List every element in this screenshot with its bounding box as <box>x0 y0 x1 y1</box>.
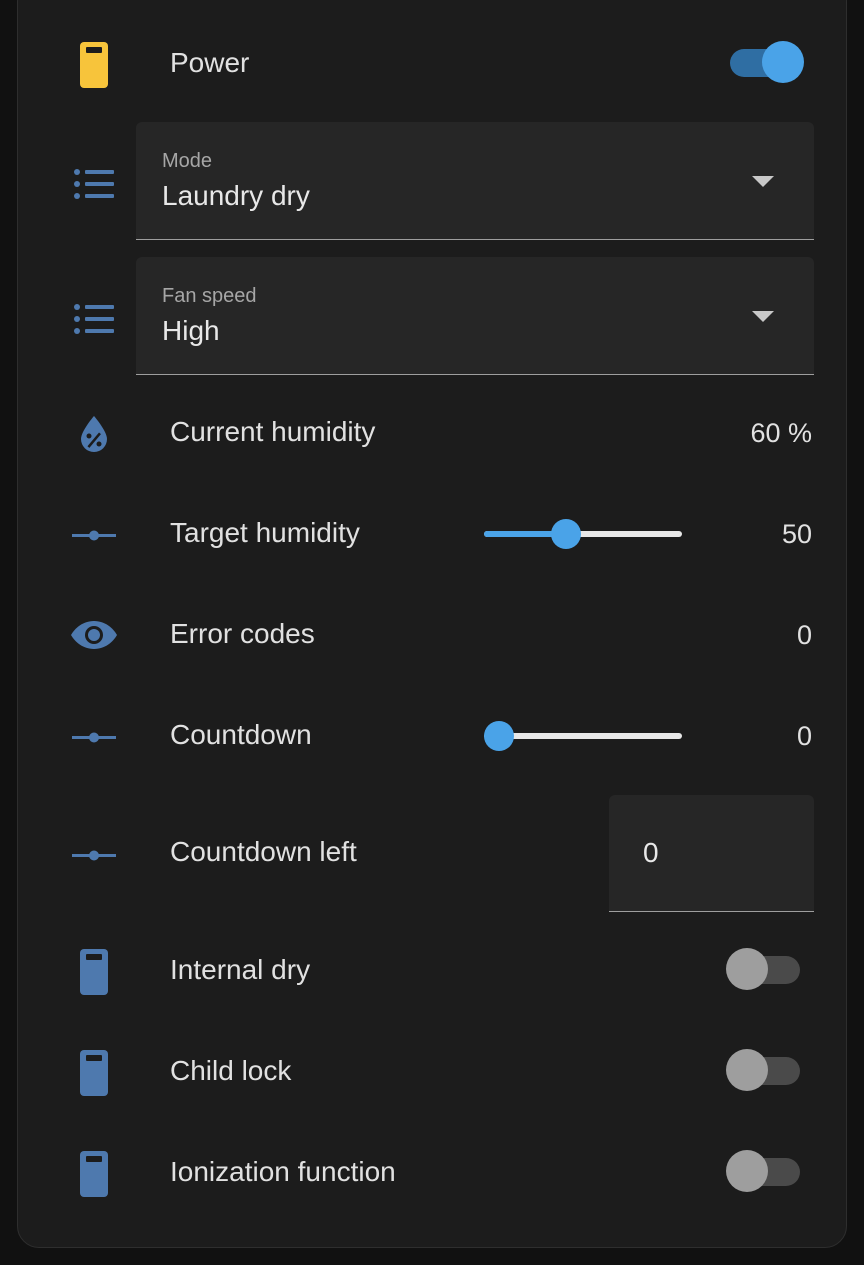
slider-knob[interactable] <box>484 721 514 751</box>
ray-vertex-icon <box>70 525 118 545</box>
fan-speed-field-label: Fan speed <box>162 285 257 307</box>
list-icon <box>70 299 118 339</box>
power-label: Power <box>170 47 250 78</box>
child-lock-label: Child lock <box>170 1055 292 1086</box>
mode-field-label: Mode <box>162 150 213 172</box>
countdown-left-input[interactable]: 0 <box>609 795 814 912</box>
error-codes-label: Error codes <box>170 618 315 649</box>
child-lock-toggle[interactable] <box>724 1049 804 1093</box>
device-icon <box>70 1149 118 1199</box>
ionization-label: Ionization function <box>170 1156 396 1187</box>
power-toggle[interactable] <box>724 41 804 85</box>
fan-speed-select[interactable]: Fan speed High <box>136 257 814 375</box>
countdown-value: 0 <box>796 721 812 751</box>
fan-speed-value: High <box>162 315 220 346</box>
ionization-toggle[interactable] <box>724 1150 804 1194</box>
dropdown-arrow-icon[interactable] <box>752 311 774 322</box>
eye-icon <box>70 618 118 652</box>
device-icon <box>70 1048 118 1098</box>
slider-knob[interactable] <box>551 519 581 549</box>
list-icon <box>70 164 118 204</box>
error-codes-value: 0 <box>796 620 812 650</box>
mode-select[interactable]: Mode Laundry dry <box>136 122 814 240</box>
ray-vertex-icon <box>70 727 118 747</box>
device-icon <box>70 40 118 90</box>
internal-dry-toggle[interactable] <box>724 948 804 992</box>
mode-value: Laundry dry <box>162 180 310 211</box>
dropdown-arrow-icon[interactable] <box>752 176 774 187</box>
device-icon <box>70 947 118 997</box>
ray-vertex-icon <box>70 845 118 865</box>
countdown-left-label: Countdown left <box>170 836 357 867</box>
target-humidity-slider[interactable] <box>484 519 682 549</box>
water-percent-icon <box>70 414 118 454</box>
countdown-label: Countdown <box>170 719 312 750</box>
current-humidity-value: 60 % <box>750 418 812 448</box>
countdown-slider[interactable] <box>484 721 682 751</box>
target-humidity-value: 50 <box>781 519 812 549</box>
internal-dry-label: Internal dry <box>170 954 311 985</box>
current-humidity-label: Current humidity <box>170 416 376 447</box>
countdown-left-value: 0 <box>643 837 659 868</box>
target-humidity-label: Target humidity <box>170 517 360 548</box>
